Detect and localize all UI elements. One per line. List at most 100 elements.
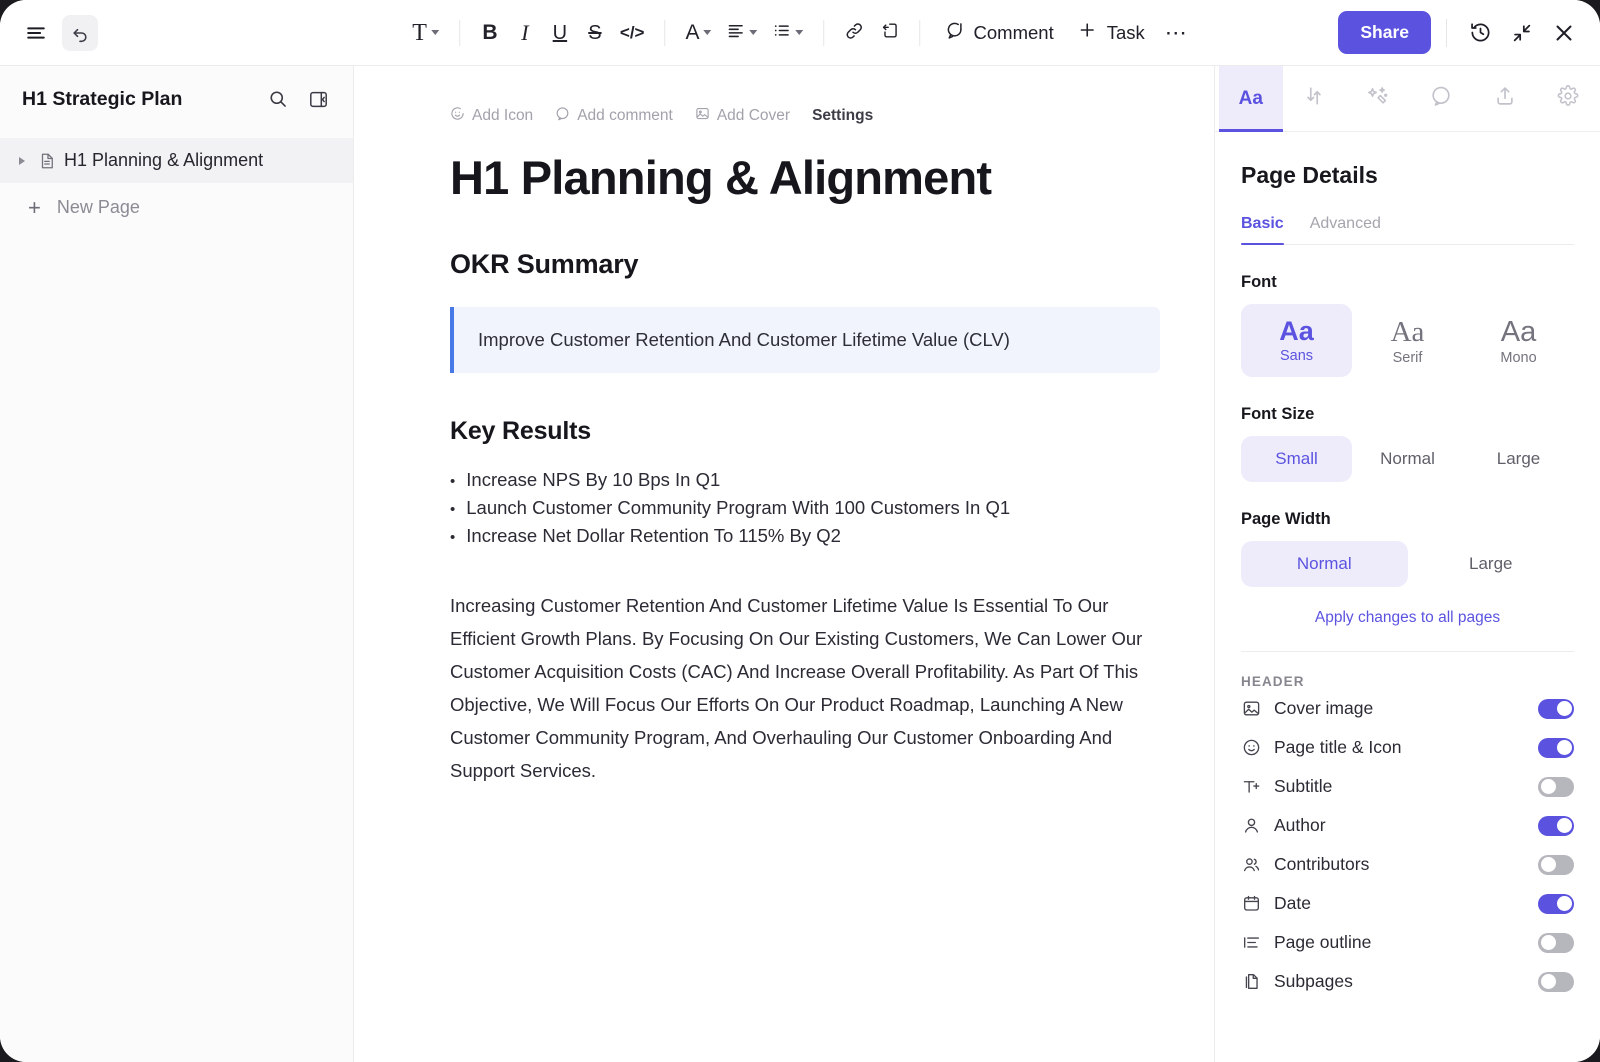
toggle-subpages[interactable]: Subpages xyxy=(1241,962,1574,1001)
share-button[interactable]: Share xyxy=(1338,11,1431,54)
font-sample-glyph: Aa xyxy=(1500,316,1537,348)
page-width-large[interactable]: Large xyxy=(1408,541,1575,587)
more-options-button[interactable]: ⋯ xyxy=(1158,14,1195,52)
chevron-down-icon xyxy=(430,30,439,35)
collapse-arrows-icon[interactable] xyxy=(1504,15,1540,51)
tab-typography[interactable]: Aa xyxy=(1219,66,1283,132)
insert-group xyxy=(838,14,907,52)
panel-collapse-icon[interactable] xyxy=(303,84,333,114)
settings-button[interactable]: Settings xyxy=(812,107,873,125)
add-icon-label: Add Icon xyxy=(472,107,534,124)
toggle-label: Page title & Icon xyxy=(1274,737,1402,758)
font-size-normal[interactable]: Normal xyxy=(1352,436,1463,482)
page-link-button[interactable] xyxy=(873,14,907,52)
font-option-sans[interactable]: Aa Sans xyxy=(1241,304,1352,378)
aa-icon: Aa xyxy=(1238,87,1263,109)
page-title: H1 Planning & Alignment xyxy=(450,151,992,204)
toggle-switch[interactable] xyxy=(1538,932,1574,953)
smiley-icon xyxy=(1241,738,1261,757)
list-button[interactable] xyxy=(766,14,811,52)
add-icon-button[interactable]: Add Icon xyxy=(450,106,533,126)
people-icon xyxy=(1241,855,1261,874)
font-option-serif[interactable]: Aa Serif xyxy=(1352,304,1463,377)
sidebar-item-h1-planning-alignment[interactable]: H1 Planning & Alignment xyxy=(0,138,353,183)
tab-comments[interactable] xyxy=(1410,66,1474,131)
text-style-button[interactable]: T xyxy=(405,14,446,52)
tab-ai[interactable] xyxy=(1346,66,1410,131)
subtab-basic[interactable]: Basic xyxy=(1241,215,1284,245)
toggle-page-title-icon[interactable]: Page title & Icon xyxy=(1241,728,1574,767)
expand-triangle-icon[interactable] xyxy=(14,156,30,165)
toolbar-left-group xyxy=(18,14,98,51)
tab-export[interactable] xyxy=(1473,66,1537,131)
toggle-page-outline[interactable]: Page outline xyxy=(1241,923,1574,962)
comment-button[interactable]: Comment xyxy=(934,14,1065,52)
link-button[interactable] xyxy=(838,14,872,52)
chevron-down-icon xyxy=(703,30,712,35)
toggle-subtitle[interactable]: Subtitle xyxy=(1241,767,1574,806)
toolbar-divider xyxy=(1446,18,1447,47)
ai-sparkle-icon xyxy=(1367,85,1389,112)
font-option-label: Mono xyxy=(1500,350,1537,367)
underline-button[interactable]: U xyxy=(543,14,577,52)
toggle-switch[interactable] xyxy=(1538,698,1574,719)
tab-settings[interactable] xyxy=(1537,66,1600,131)
toggle-switch[interactable] xyxy=(1538,893,1574,914)
toggle-switch[interactable] xyxy=(1538,971,1574,992)
person-icon xyxy=(1241,816,1261,835)
list-item-text: Launch Customer Community Program With 1… xyxy=(466,497,1011,519)
toggle-switch[interactable] xyxy=(1538,815,1574,836)
apply-changes-link[interactable]: Apply changes to all pages xyxy=(1241,609,1574,627)
add-comment-button[interactable]: Add comment xyxy=(555,106,673,126)
color-glyph: A xyxy=(685,21,700,44)
italic-button[interactable]: I xyxy=(508,14,542,52)
panel-tab-bar: Aa xyxy=(1215,66,1600,132)
sidebar-page-list: H1 Planning & Alignment + New Page xyxy=(0,132,353,230)
toggle-label: Subpages xyxy=(1274,971,1353,992)
strikethrough-button[interactable]: S xyxy=(578,14,612,52)
comment-label: Comment xyxy=(973,21,1054,43)
subpages-icon xyxy=(1241,972,1261,991)
toggle-cover-image[interactable]: Cover image xyxy=(1241,689,1574,728)
toggle-author[interactable]: Author xyxy=(1241,806,1574,845)
toggle-switch[interactable] xyxy=(1538,776,1574,797)
code-button[interactable]: </> xyxy=(613,14,652,52)
toggle-switch[interactable] xyxy=(1538,854,1574,875)
align-button[interactable] xyxy=(720,14,765,52)
calendar-icon xyxy=(1241,894,1261,913)
undo-arrow-icon[interactable] xyxy=(62,14,98,51)
gear-icon xyxy=(1557,85,1579,112)
toggle-label: Page outline xyxy=(1274,932,1372,953)
relationship-arrows-icon xyxy=(1303,85,1325,112)
search-icon[interactable] xyxy=(263,84,293,114)
text-color-button[interactable]: A xyxy=(679,14,719,52)
new-page-button[interactable]: + New Page xyxy=(0,185,353,230)
page-width-normal[interactable]: Normal xyxy=(1241,541,1408,588)
toggle-contributors[interactable]: Contributors xyxy=(1241,845,1574,884)
objective-paragraph: Increasing Customer Retention And Custom… xyxy=(450,595,1143,781)
hamburger-menu-icon[interactable] xyxy=(18,15,54,51)
add-cover-button[interactable]: Add Cover xyxy=(695,106,790,126)
font-size-small[interactable]: Small xyxy=(1241,436,1352,483)
comment-icon xyxy=(555,106,570,126)
font-sample-glyph: Aa xyxy=(1390,316,1425,348)
plus-icon xyxy=(1078,20,1098,45)
font-option-mono[interactable]: Aa Mono xyxy=(1463,304,1574,377)
bullet-icon: • xyxy=(450,501,456,519)
add-comment-label: Add comment xyxy=(577,107,673,124)
toggle-date[interactable]: Date xyxy=(1241,884,1574,923)
page-details-panel: Aa Page Details Basic Advanced Font Aa S… xyxy=(1214,66,1600,1062)
history-clock-icon[interactable] xyxy=(1462,15,1498,51)
task-button[interactable]: Task xyxy=(1067,14,1156,52)
comment-bubble-icon xyxy=(1430,85,1452,112)
toggle-switch[interactable] xyxy=(1538,737,1574,758)
font-size-large[interactable]: Large xyxy=(1463,436,1574,482)
settings-label: Settings xyxy=(812,107,874,124)
bold-button[interactable]: B xyxy=(473,14,507,52)
font-section-label: Font xyxy=(1241,273,1277,291)
link-icon xyxy=(845,21,865,45)
close-x-icon[interactable] xyxy=(1546,15,1582,51)
divider xyxy=(1241,651,1574,653)
tab-relationships[interactable] xyxy=(1283,66,1347,131)
subtab-advanced[interactable]: Advanced xyxy=(1310,215,1381,244)
